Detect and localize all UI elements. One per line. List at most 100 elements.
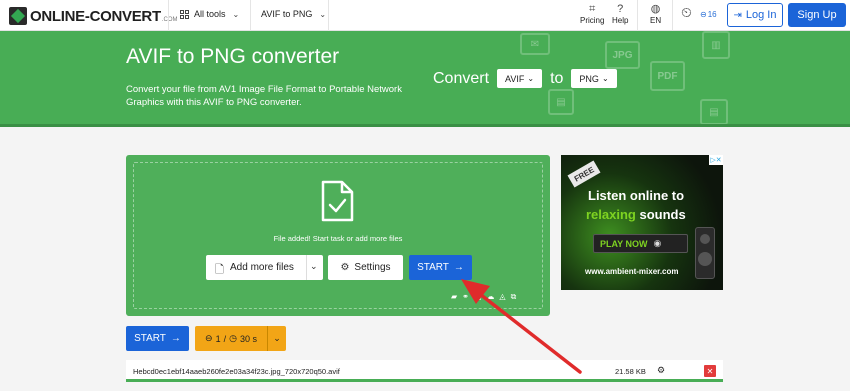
help-label: Help — [612, 16, 629, 25]
to-label: to — [550, 69, 564, 87]
from-format-select[interactable]: AVIF ⌄ — [497, 69, 543, 88]
page-title: AVIF to PNG converter — [126, 45, 340, 68]
format-selector: Convert AVIF ⌄ to PNG ⌄ — [433, 69, 617, 88]
page-subtitle: Convert your file from AV1 Image File Fo… — [126, 84, 402, 108]
chevron-down-icon[interactable]: ⌄ — [268, 333, 286, 344]
history-button[interactable]: ⏲ — [681, 4, 692, 20]
logo-suffix: .COM — [161, 17, 178, 23]
ad-url: www.ambient-mixer.com — [585, 267, 679, 276]
button-split-divider — [306, 255, 307, 280]
ad-play-button[interactable]: PLAY NOW ◉ — [593, 234, 688, 253]
top-navbar: ONLINE-CONVERT .COM All tools ⌄ AVIF to … — [0, 0, 850, 31]
language-label: EN — [650, 16, 662, 25]
copy-icon[interactable]: ⧉ — [511, 292, 517, 302]
credits-indicator[interactable]: ⊖ 16 — [700, 10, 717, 19]
login-icon: ⇥ — [733, 9, 742, 21]
mail-deco-icon: ✉ — [520, 33, 550, 55]
convert-label: Convert — [433, 69, 490, 87]
settings-button[interactable]: ⚙ Settings — [328, 255, 403, 280]
chevron-down-icon: ⌄ — [319, 9, 327, 19]
file-name: Hebcd0ec1ebf14aaeb260fe2e03a34f23c.jpg_7… — [133, 367, 340, 376]
chevron-down-icon: ⌄ — [601, 74, 609, 83]
to-format-select[interactable]: PNG ⌄ — [571, 69, 617, 88]
arrow-right-icon: → — [170, 333, 181, 344]
queue-time: 30 s — [239, 333, 257, 344]
queue-summary: ⊖ 1 / ◷ 30 s — [195, 333, 267, 344]
grid-icon — [180, 9, 189, 19]
credits-count: 16 — [707, 10, 717, 19]
pricing-link[interactable]: ⌗ Pricing — [580, 3, 604, 25]
queue-count: 1 — [215, 333, 221, 344]
chevron-down-icon: ⌄ — [232, 9, 240, 19]
nav-divider — [328, 0, 329, 31]
jpg-file-deco-icon: JPG — [605, 41, 640, 69]
arrow-right-icon: → — [453, 262, 464, 273]
nav-divider — [672, 0, 673, 31]
upload-status-text: File added! Start task or add more files — [273, 234, 403, 243]
chevron-down-icon[interactable]: ⌄ — [310, 261, 318, 272]
coin-icon: ⊖ — [700, 10, 707, 19]
hero-bottom-stripe — [0, 124, 850, 127]
signup-button[interactable]: Sign Up — [788, 3, 846, 27]
ad-rest-word: sounds — [639, 207, 686, 222]
ad-subheadline: relaxing sounds — [586, 207, 686, 222]
queue-separator: / — [223, 333, 227, 344]
site-logo[interactable]: ONLINE-CONVERT .COM — [9, 6, 177, 26]
file-check-icon — [320, 180, 354, 227]
settings-label: Settings — [354, 262, 391, 273]
file-list-item: Hebcd0ec1ebf14aaeb260fe2e03a34f23c.jpg_7… — [126, 360, 723, 382]
speaker-image — [695, 227, 715, 279]
file-size: 21.58 KB — [615, 367, 646, 376]
pdf-file-deco-icon: PDF — [650, 61, 685, 91]
nav-divider — [637, 0, 638, 31]
start-all-label: START — [134, 333, 166, 344]
all-tools-label: All tools — [194, 9, 226, 19]
history-icon: ⏲ — [681, 4, 692, 20]
language-selector[interactable]: ◍ EN — [650, 3, 661, 25]
chart-deco-icon: ▥ — [702, 31, 730, 59]
drive-icon[interactable]: ◬ — [499, 292, 505, 302]
upload-source-icons: ▰ ⚭ ▣ ☁ ◬ ⧉ — [451, 292, 516, 302]
converter-label: AVIF to PNG — [261, 9, 313, 19]
queue-info-button[interactable]: ⊖ 1 / ◷ 30 s ⌄ — [195, 326, 286, 351]
chevron-down-icon: ⌄ — [527, 74, 535, 83]
login-button[interactable]: ⇥ Log In — [727, 3, 783, 27]
question-icon: ? — [617, 3, 624, 15]
logo-icon — [9, 7, 27, 25]
ad-choices-icon[interactable]: ▷✕ — [709, 155, 723, 165]
ad-play-label: PLAY NOW — [600, 238, 648, 249]
all-tools-dropdown[interactable]: All tools ⌄ — [180, 9, 239, 19]
link-icon[interactable]: ⚭ — [462, 292, 469, 302]
logo-text: ONLINE-CONVERT — [30, 7, 161, 25]
converter-dropdown[interactable]: AVIF to PNG ⌄ — [261, 9, 326, 19]
doc-deco-icon: ▤ — [548, 89, 574, 115]
gears-icon: ⚙ — [340, 262, 350, 273]
add-more-files-label: Add more files — [230, 262, 294, 273]
add-more-files-button[interactable]: 🗋 Add more files ⌄ — [206, 255, 323, 280]
login-label: Log In — [745, 9, 777, 21]
dropbox-icon[interactable]: ▣ — [474, 292, 482, 302]
pricing-label: Pricing — [580, 16, 605, 25]
to-format-value: PNG — [579, 73, 599, 84]
clock-icon: ◷ — [229, 333, 237, 343]
signup-label: Sign Up — [797, 9, 837, 21]
help-link[interactable]: ? Help — [612, 3, 628, 25]
nav-divider — [168, 0, 169, 31]
folder-icon[interactable]: ▰ — [451, 292, 457, 302]
start-all-button[interactable]: START → — [126, 326, 189, 351]
start-label: START — [417, 262, 449, 273]
file-plus-icon: 🗋 — [215, 264, 224, 276]
tag-icon: ⌗ — [589, 3, 596, 15]
file-settings-icon[interactable]: ⚙ — [657, 365, 665, 376]
ad-accent-word: relaxing — [586, 207, 636, 222]
nav-divider — [250, 0, 251, 31]
delete-file-button[interactable]: ✕ — [704, 365, 716, 377]
doc-deco-icon: ▤ — [700, 99, 728, 125]
ad-headline: Listen online to — [588, 188, 685, 203]
globe-icon: ◍ — [650, 3, 661, 15]
coin-icon: ⊖ — [205, 333, 213, 343]
from-format-value: AVIF — [505, 73, 525, 84]
cloud-icon[interactable]: ☁ — [486, 292, 494, 302]
start-button[interactable]: START → — [409, 255, 472, 280]
advertisement[interactable]: ▷✕ FREE Listen online to relaxing sounds… — [561, 155, 723, 290]
